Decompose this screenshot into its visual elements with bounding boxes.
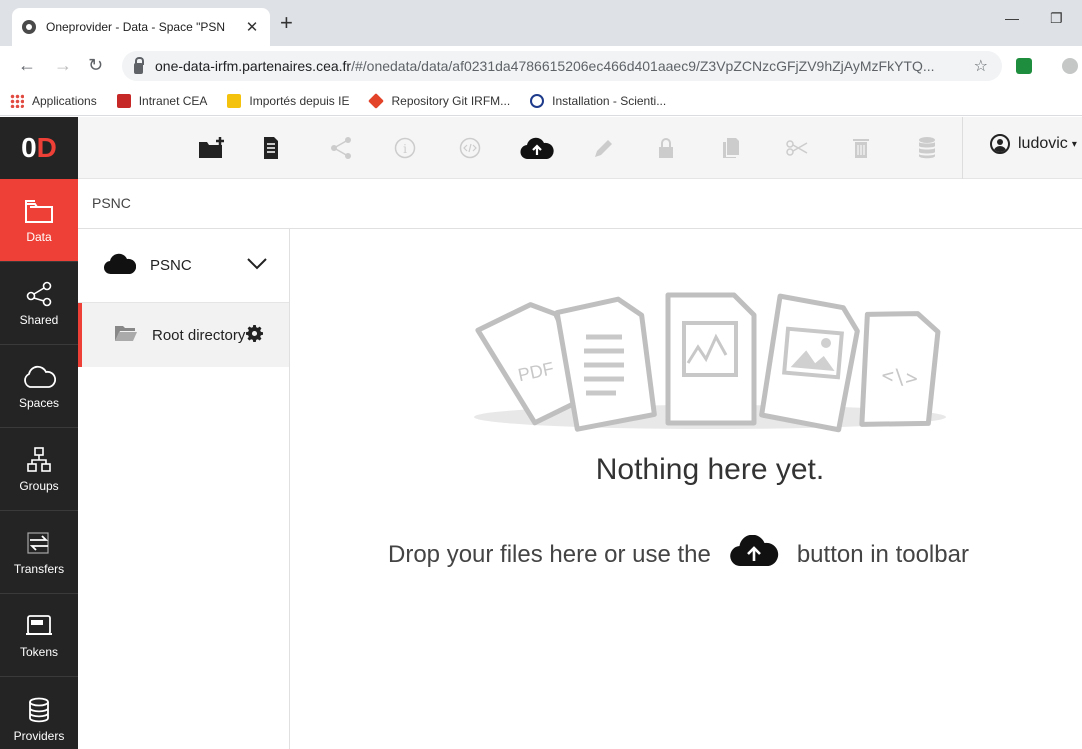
sidebar-label: Transfers [13,562,65,576]
lock-icon [134,56,144,74]
token-icon [25,611,53,641]
groups-icon [27,445,51,475]
bookmark-label: Intranet CEA [138,93,208,108]
info-icon[interactable]: i [394,134,416,162]
bookmark-star-icon[interactable]: ☆ [974,56,988,76]
distribution-database-icon[interactable] [918,134,936,162]
new-tab-icon[interactable]: + [280,12,293,34]
file-browser-area[interactable]: PDF <\> Nothing here yet. Drop your file… [290,229,1082,749]
sidebar-item-transfers[interactable]: Transfers [0,511,78,594]
trash-icon[interactable] [853,134,869,162]
sidebar-item-providers[interactable]: Providers [0,677,78,749]
empty-files-illustration: PDF <\> [470,287,950,442]
upload-cloud-icon [729,534,779,574]
folder-icon [227,93,242,108]
new-directory-icon[interactable] [198,134,226,162]
extension-icon[interactable] [1016,58,1032,74]
folder-icon [24,196,54,226]
svg-text:<\>: <\> [881,363,919,391]
breadcrumb[interactable]: PSNC [92,195,131,211]
logo-d: D [36,132,57,163]
toolbar-separator [962,117,963,179]
permissions-lock-icon[interactable] [658,134,674,162]
logo-o: 0 [21,132,37,163]
transfers-icon [26,528,52,558]
restore-icon[interactable]: ❐ [1050,10,1063,27]
sidebar-item-shared[interactable]: Shared [0,262,78,345]
directory-tree: PSNC Root directory [78,229,290,749]
minimize-icon[interactable]: — [1005,10,1019,26]
reload-icon[interactable]: ↻ [88,55,103,75]
bookmark-label: Applications [32,93,97,108]
bookmark-intranet-cea[interactable]: Intranet CEA [116,93,208,108]
sidebar-label: Shared [19,313,59,327]
sidebar-label: Tokens [19,645,59,659]
apps-grid-icon [10,93,24,108]
bookmark-repository-git[interactable]: Repository Git IRFM... [368,92,511,109]
user-menu[interactable]: ludovic ▾ [990,134,1077,154]
cloud-icon [103,253,137,279]
installation-icon [530,93,545,108]
bookmark-importes[interactable]: Importés depuis IE [227,93,350,108]
bookmark-label: Repository Git IRFM... [391,93,511,108]
browser-toolbar: ← → ↻ one-data-irfm.partenaires.cea.fr/#… [0,46,1082,86]
bookmark-label: Installation - Scienti... [552,93,667,108]
database-icon [28,695,50,725]
chevron-down-icon[interactable] [247,257,267,274]
bookmark-installation[interactable]: Installation - Scienti... [530,93,667,108]
copy-icon[interactable] [722,134,740,162]
space-selector[interactable]: PSNC [78,229,289,303]
tab-title: Oneprovider - Data - Space "PSN [46,20,226,34]
url-path: /#/onedata/data/af0231da4786615206ec466d… [351,58,935,74]
share-icon [26,279,52,309]
address-bar[interactable]: one-data-irfm.partenaires.cea.fr/#/oneda… [122,51,1002,81]
site-favicon-icon [22,20,36,34]
tree-item-label: Root directory [152,326,246,344]
share-icon[interactable] [330,134,352,162]
user-chevron-icon: ▾ [1071,138,1077,150]
gear-icon[interactable] [246,324,264,346]
forward-icon[interactable]: → [54,55,72,75]
space-name: PSNC [150,257,192,274]
sidebar-item-spaces[interactable]: Spaces [0,345,78,428]
empty-hint-text: Drop your files here or use the [388,540,711,568]
main-sidebar: Data Shared Spaces Groups Transfers Toke… [0,179,78,749]
sidebar-label: Groups [19,479,59,493]
sidebar-label: Data [26,230,52,244]
bookmarks-bar: Applications Intranet CEA Importés depui… [0,86,1082,116]
sidebar-item-tokens[interactable]: Tokens [0,594,78,677]
bookmark-label: Importés depuis IE [249,93,350,108]
breadcrumb-bar: PSNC [78,179,1082,229]
bookmark-applications[interactable]: Applications [10,93,97,108]
api-code-icon[interactable] [459,134,481,162]
url-host: one-data-irfm.partenaires.cea.fr [155,58,352,74]
user-name: ludovic [1018,135,1068,152]
sidebar-item-data[interactable]: Data [0,179,78,262]
sidebar-label: Providers [13,728,65,743]
user-avatar-icon [990,134,1010,154]
profile-icon[interactable] [1062,58,1078,74]
sidebar-item-groups[interactable]: Groups [0,428,78,511]
empty-state-hint: Drop your files here or use the button i… [388,534,969,574]
upload-cloud-icon[interactable] [520,134,554,162]
browser-tabstrip: Oneprovider - Data - Space "PSN ✕ + — ❐ [0,0,1082,46]
empty-state-title: Nothing here yet. [595,453,825,486]
sidebar-label: Spaces [18,396,60,410]
tree-item-root-directory[interactable]: Root directory [78,303,289,367]
browser-tab[interactable]: Oneprovider - Data - Space "PSN ✕ [12,8,270,46]
back-icon[interactable]: ← [18,55,36,75]
tab-close-icon[interactable]: ✕ [244,18,260,36]
git-icon [368,92,385,109]
onedata-logo[interactable]: 0D [0,117,78,179]
rename-pencil-icon[interactable] [593,134,613,162]
cut-icon[interactable] [785,134,809,162]
new-file-icon[interactable] [263,134,279,162]
folder-open-icon [114,324,138,346]
svg-text:i: i [403,142,407,156]
cea-logo-icon [116,93,131,108]
empty-hint-text-after: button in toolbar [796,540,969,568]
cloud-icon [22,362,56,392]
